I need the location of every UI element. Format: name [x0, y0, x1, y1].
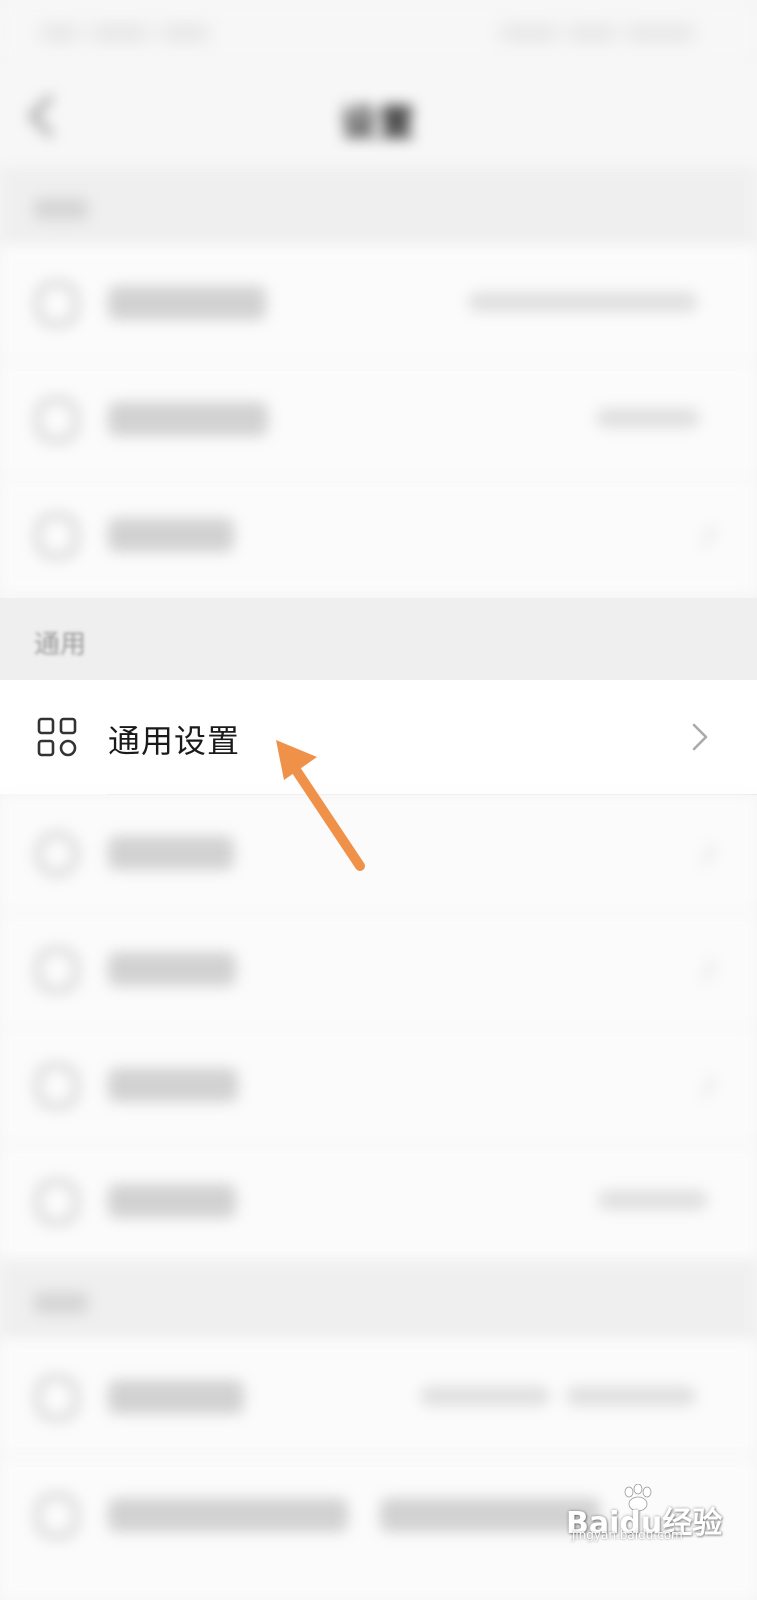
section-header-other: [0, 1262, 757, 1340]
watermark-url: jingyan.baidu.com: [572, 1528, 683, 1542]
status-bar: [0, 0, 757, 64]
settings-row[interactable]: [0, 1028, 757, 1144]
general-settings-label: 通用设置: [108, 722, 241, 760]
settings-page: 设置 通用 通用设置 Baidu经验 jingyan.baidu.com: [0, 0, 757, 1600]
grid-apps-icon: [36, 716, 78, 758]
settings-row[interactable]: [0, 478, 757, 594]
section-header-account: [0, 168, 757, 246]
status-icons: [491, 22, 721, 42]
settings-row[interactable]: [0, 1144, 757, 1260]
nav-bar: 设置: [0, 64, 757, 168]
baidu-watermark: Baidu经验 jingyan.baidu.com: [566, 1483, 722, 1542]
section-header-general: 通用: [0, 598, 757, 680]
chevron-right-icon: [688, 720, 712, 754]
status-time: [40, 22, 240, 42]
annotation-arrow-icon: [262, 730, 382, 880]
section-label-general: 通用: [34, 630, 87, 660]
settings-row[interactable]: [0, 912, 757, 1028]
settings-row[interactable]: [0, 362, 757, 478]
settings-row[interactable]: [0, 1340, 757, 1456]
settings-row[interactable]: [0, 246, 757, 362]
page-title: 设置: [340, 103, 417, 144]
row-divider: [106, 794, 757, 795]
